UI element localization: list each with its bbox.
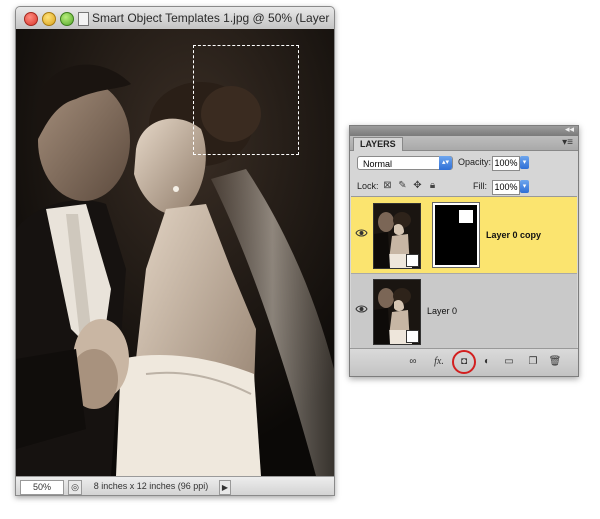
new-layer-icon[interactable]: ❐ bbox=[526, 356, 540, 368]
zoom-field[interactable]: 50% bbox=[20, 480, 64, 495]
add-mask-icon[interactable]: ◘ bbox=[457, 356, 471, 368]
image-canvas[interactable] bbox=[16, 29, 334, 476]
panel-topbar[interactable]: ◂◂ bbox=[350, 124, 578, 136]
mask-white-area bbox=[459, 210, 473, 223]
lock-all-icon[interactable]: 🔒︎ bbox=[427, 180, 438, 191]
selection-marquee[interactable] bbox=[193, 45, 299, 155]
layer-name[interactable]: Layer 0 bbox=[427, 306, 457, 316]
eye-visibility-icon[interactable] bbox=[355, 228, 368, 238]
layer-row-layer-0-copy[interactable]: Layer 0 copy bbox=[351, 197, 577, 274]
lock-image-pixels-icon[interactable]: ✎ bbox=[397, 180, 408, 191]
status-bar-icon[interactable]: ◎ bbox=[68, 480, 82, 495]
fill-slider-icon[interactable]: ▾ bbox=[520, 180, 529, 193]
eye-visibility-icon[interactable] bbox=[355, 304, 368, 314]
layer-row-layer-0[interactable]: Layer 0 bbox=[351, 273, 577, 350]
smart-object-badge-icon bbox=[406, 330, 419, 343]
layer-mask-thumbnail[interactable] bbox=[432, 202, 480, 268]
blend-mode-value: Normal bbox=[363, 159, 393, 169]
panel-menu-icon[interactable]: ▾≡ bbox=[562, 137, 573, 148]
layer-list: Layer 0 copy Layer 0 bbox=[351, 196, 577, 350]
tab-layers[interactable]: LAYERS bbox=[353, 137, 403, 151]
status-menu-arrow-icon[interactable]: ▶ bbox=[219, 480, 231, 495]
fill-label: Fill: bbox=[473, 181, 487, 191]
layers-panel-footer: ∞ fx. ◘ ◐ ▭ ❐ 🗑︎ bbox=[350, 348, 578, 376]
layer-thumbnail[interactable] bbox=[373, 279, 421, 345]
opacity-slider-icon[interactable]: ▾ bbox=[520, 156, 529, 169]
collapse-panel-icon[interactable]: ◂◂ bbox=[565, 124, 574, 135]
document-proxy-icon[interactable] bbox=[78, 12, 89, 26]
trash-icon[interactable]: 🗑︎ bbox=[548, 356, 562, 368]
lock-position-icon[interactable]: ✥ bbox=[412, 180, 423, 191]
group-folder-icon[interactable]: ▭ bbox=[502, 356, 516, 368]
minimize-window-button[interactable] bbox=[42, 12, 56, 26]
panel-tabbar: LAYERS ▾≡ bbox=[350, 136, 578, 151]
document-window: Smart Object Templates 1.jpg @ 50% (Laye… bbox=[15, 6, 335, 496]
close-window-button[interactable] bbox=[24, 12, 38, 26]
document-titlebar[interactable]: Smart Object Templates 1.jpg @ 50% (Laye… bbox=[16, 7, 334, 30]
lock-transparent-pixels-icon[interactable]: ⊠ bbox=[382, 180, 393, 191]
opacity-input[interactable]: 100% bbox=[492, 156, 520, 171]
document-title: Smart Object Templates 1.jpg @ 50% (Laye… bbox=[92, 11, 330, 25]
document-info: 8 inches x 12 inches (96 ppi) bbox=[93, 481, 209, 491]
link-icon[interactable]: ∞ bbox=[406, 356, 420, 368]
adjustment-layer-icon[interactable]: ◐ bbox=[480, 356, 494, 368]
opacity-label: Opacity: bbox=[458, 157, 492, 167]
layers-panel: ◂◂ LAYERS ▾≡ Normal ▴▾ Opacity: 100% ▾ L… bbox=[349, 124, 579, 377]
smart-object-badge-icon bbox=[406, 254, 419, 267]
fx-icon[interactable]: fx. bbox=[432, 356, 446, 368]
layer-name[interactable]: Layer 0 copy bbox=[486, 230, 541, 240]
zoom-window-button[interactable] bbox=[60, 12, 74, 26]
lock-label: Lock: bbox=[357, 181, 379, 191]
chevron-updown-icon: ▴▾ bbox=[439, 156, 452, 170]
blend-mode-select[interactable]: Normal ▴▾ bbox=[357, 156, 453, 170]
layer-thumbnail[interactable] bbox=[373, 203, 421, 269]
document-statusbar: 50% ◎ 8 inches x 12 inches (96 ppi) ▶ bbox=[16, 476, 334, 495]
fill-input[interactable]: 100% bbox=[492, 180, 520, 195]
